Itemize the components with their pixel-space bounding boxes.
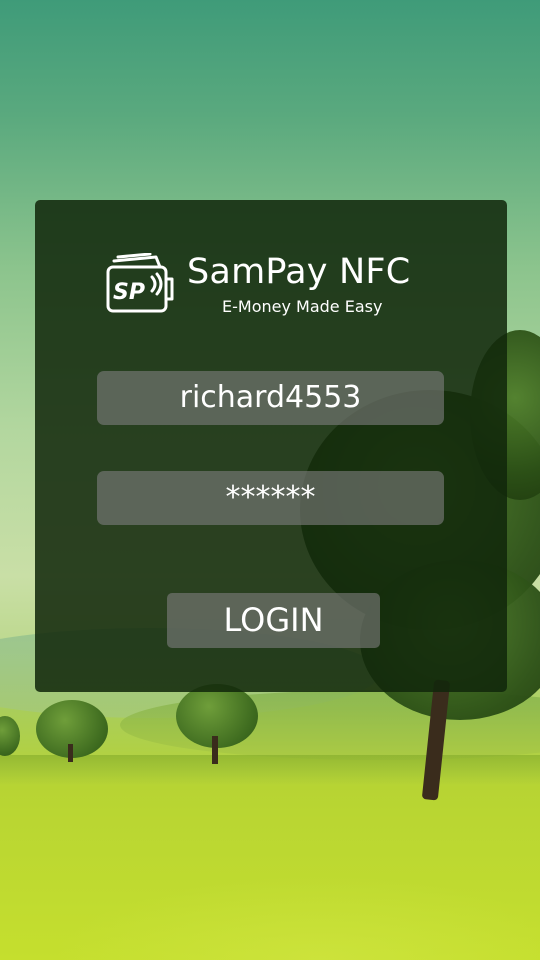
app-tagline: E-Money Made Easy (222, 297, 383, 316)
login-button[interactable]: LOGIN (167, 593, 380, 648)
username-input[interactable] (97, 371, 444, 425)
logo-letters: SP (113, 280, 145, 305)
password-input[interactable] (97, 471, 444, 525)
wallet-nfc-icon: SP (106, 253, 174, 313)
app-title: SamPay NFC (187, 252, 411, 292)
ground-shadow (0, 755, 540, 785)
